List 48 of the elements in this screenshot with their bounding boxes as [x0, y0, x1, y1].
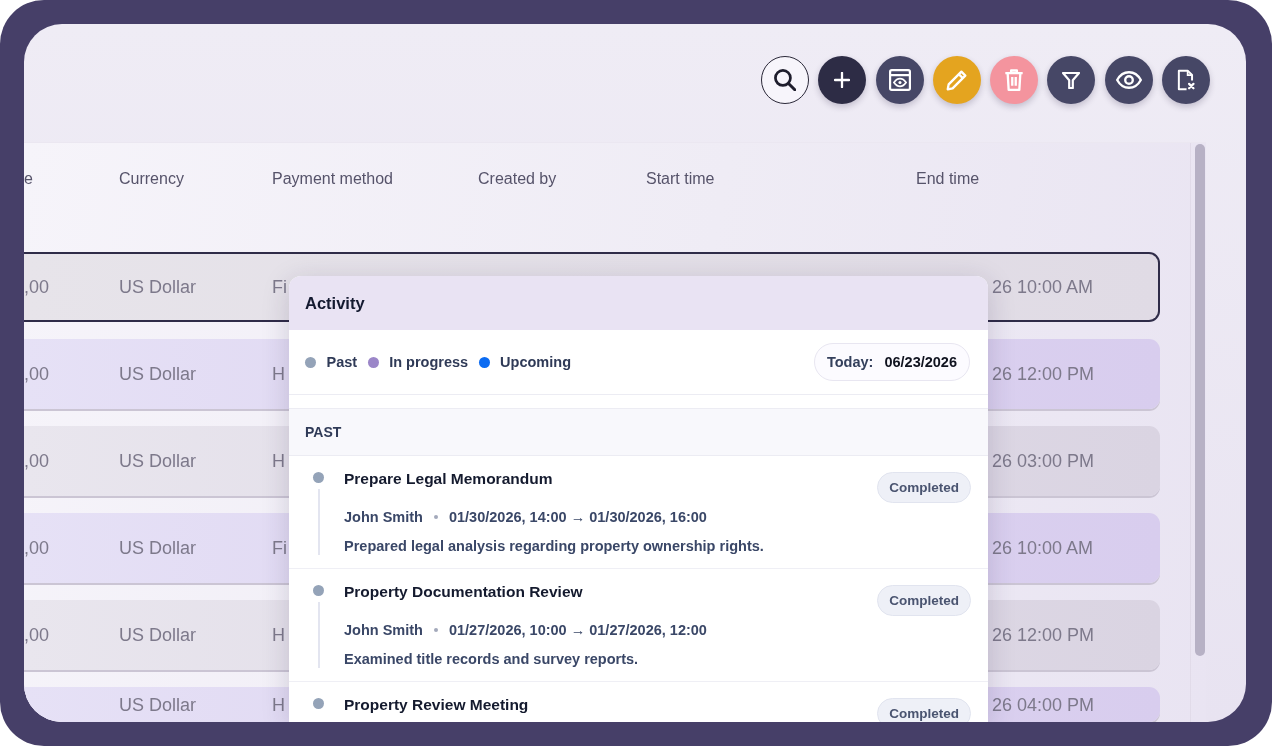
- column-header: e: [24, 169, 33, 189]
- column-header: Created by: [478, 169, 557, 189]
- table-cell: H: [272, 450, 285, 472]
- today-label: Today:: [826, 354, 874, 370]
- table-cell: 26 10:00 AM: [992, 276, 1094, 298]
- table-cell: US Dollar: [119, 450, 197, 472]
- author-name: John Smith: [344, 509, 423, 525]
- column-header: Start time: [646, 169, 715, 189]
- activity-description: Prepared legal analysis regarding property ownership rights.: [344, 537, 764, 556]
- legend-label: In progress: [389, 354, 469, 370]
- table-cell: ,00: [24, 624, 50, 646]
- table-cell: H: [272, 363, 285, 385]
- status-badge: Completed: [877, 697, 971, 722]
- column-header: End time: [916, 169, 980, 189]
- activity-time: 01/27/2026, 10:00 → 01/27/2026, 12:00: [448, 622, 707, 638]
- section-header: PAST: [289, 408, 988, 456]
- activity-title: Property Review Meeting: [344, 695, 529, 715]
- table-cell: H: [272, 624, 285, 646]
- table-cell: ,00: [24, 450, 50, 472]
- today-date: 06/23/2026: [884, 354, 957, 370]
- table-cell: ,00: [24, 276, 50, 298]
- table-cell: ,00: [24, 363, 50, 385]
- table-cell: Fi: [272, 276, 287, 298]
- activity-title: Property Documentation Review: [344, 582, 583, 602]
- table-cell: ,00: [24, 537, 50, 559]
- column-header: Currency: [119, 169, 184, 189]
- activity-description: Examined title records and survey reports.: [344, 650, 639, 669]
- table-cell: US Dollar: [119, 537, 197, 559]
- table-cell: 26 12:00 PM: [992, 363, 1095, 385]
- legend-label: Past: [326, 354, 358, 370]
- status-badge: Completed: [877, 584, 971, 616]
- activity-time: 01/30/2026, 14:00 → 01/30/2026, 16:00: [448, 509, 707, 525]
- author-name: John Smith: [344, 622, 423, 638]
- table-cell: 26 10:00 AM: [992, 537, 1094, 559]
- table-cell: Fi: [272, 537, 287, 559]
- popup-title: Activity: [305, 293, 365, 313]
- activity-title: Prepare Legal Memorandum: [344, 469, 553, 489]
- status-badge: Completed: [877, 471, 971, 503]
- table-cell: US Dollar: [119, 693, 197, 716]
- legend-label: Upcoming: [500, 354, 571, 370]
- column-header: Payment method: [272, 169, 393, 189]
- table-cell: 26 12:00 PM: [992, 624, 1095, 646]
- table-cell: US Dollar: [119, 624, 197, 646]
- table-cell: US Dollar: [119, 363, 197, 385]
- table-cell: H: [272, 693, 285, 716]
- table-cell: 26 03:00 PM: [992, 450, 1095, 472]
- table-cell: US Dollar: [119, 276, 197, 298]
- table-cell: 26 04:00 PM: [992, 693, 1095, 716]
